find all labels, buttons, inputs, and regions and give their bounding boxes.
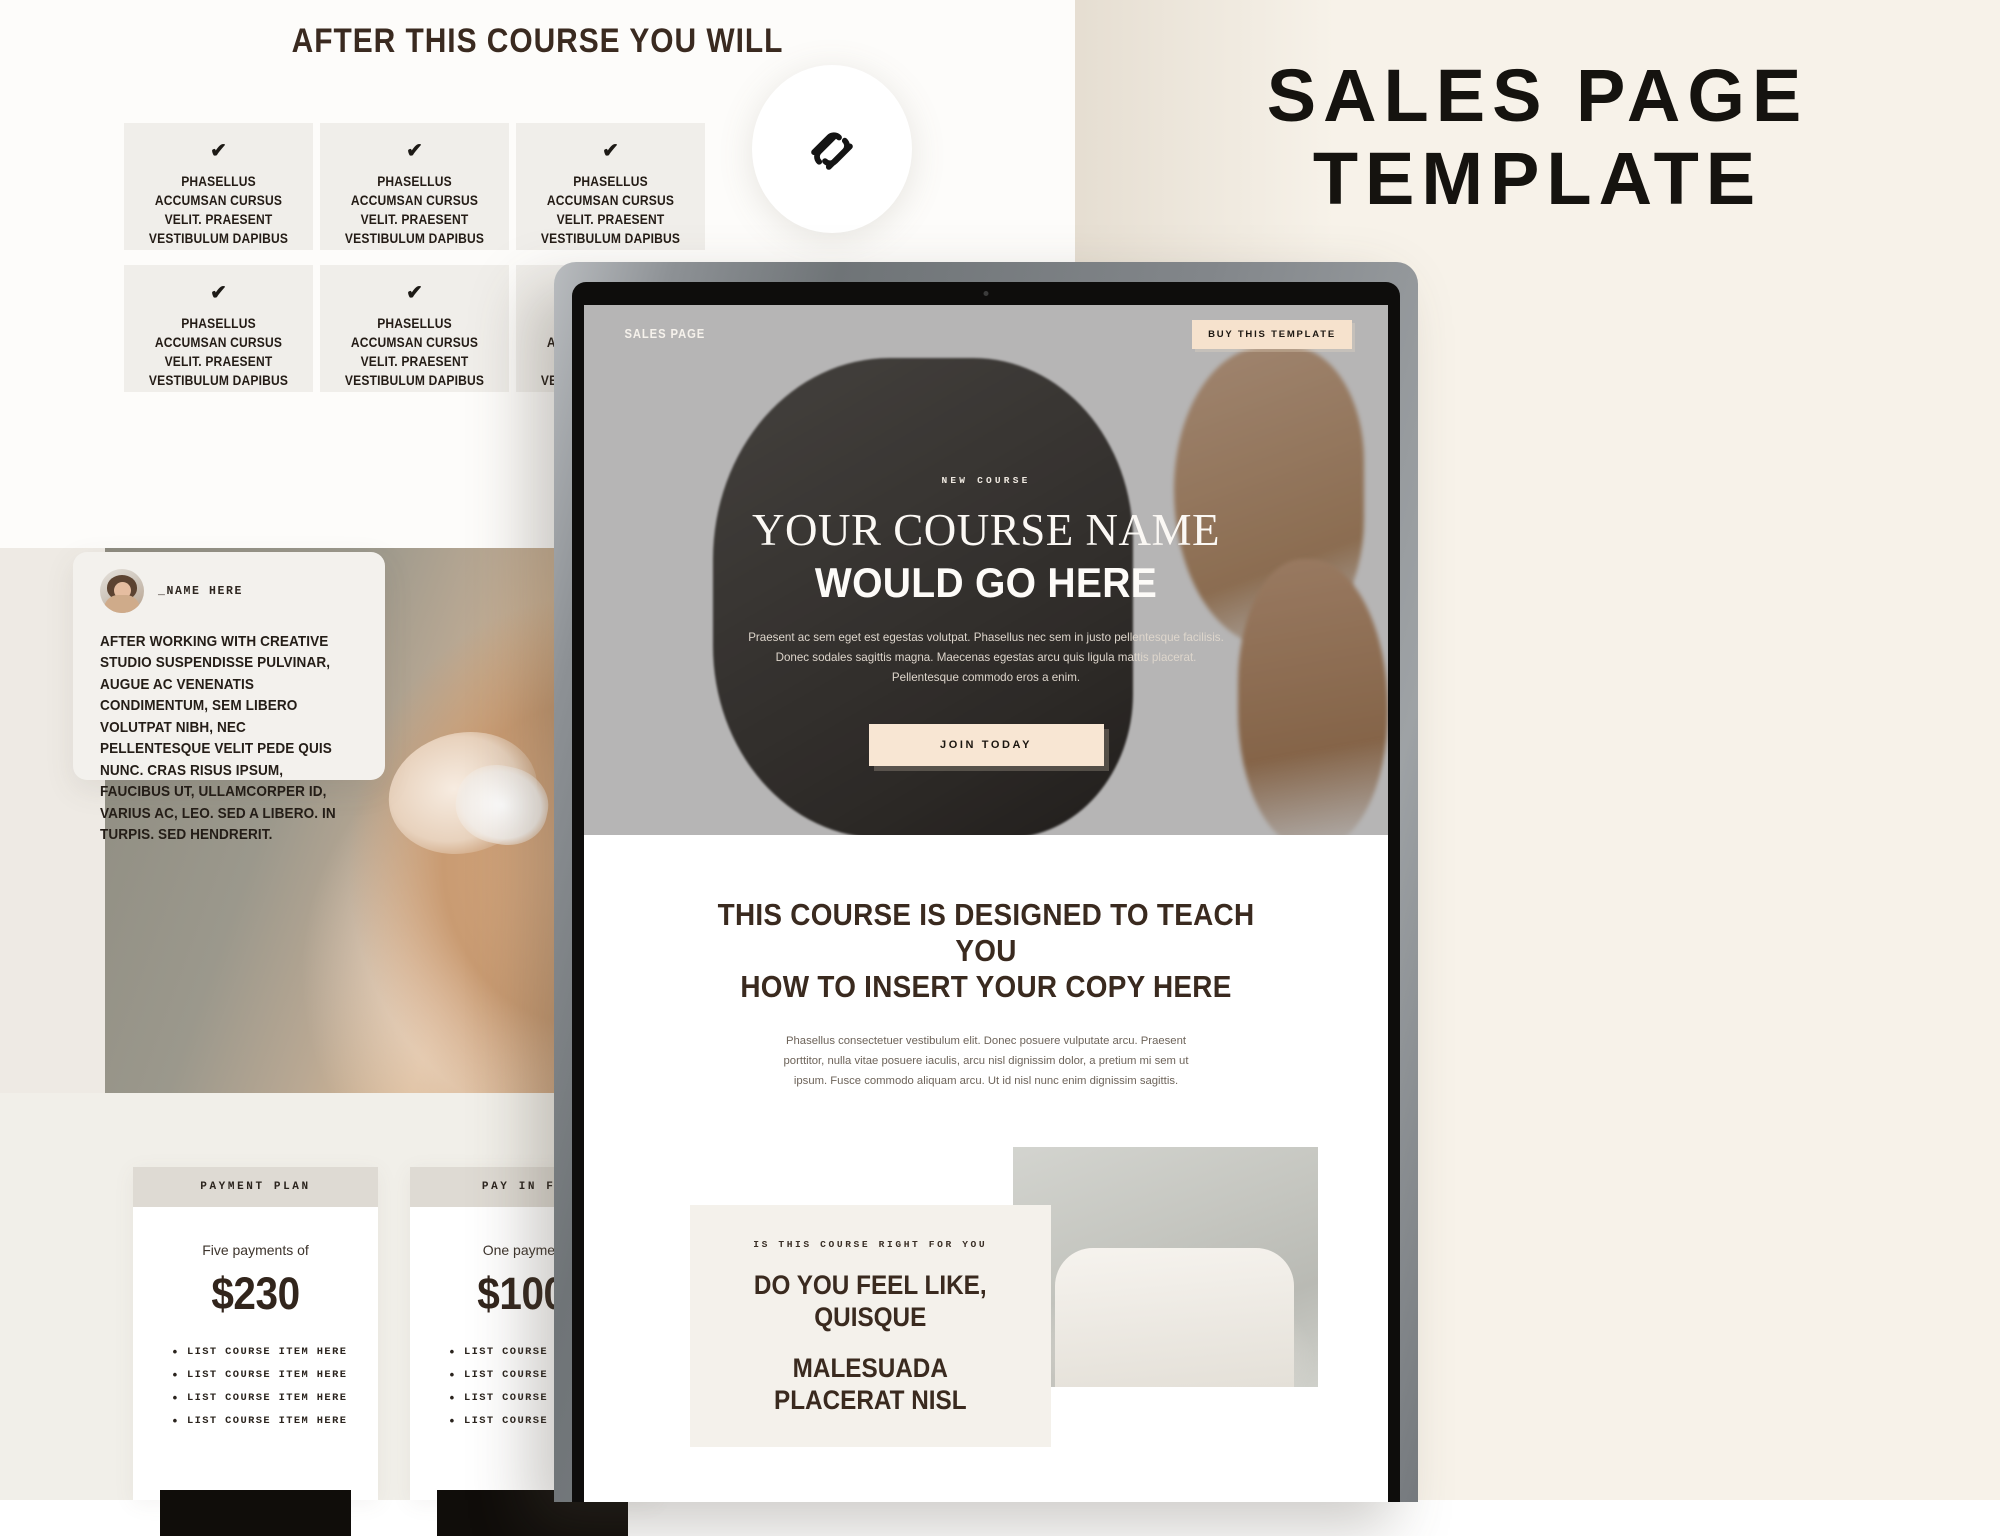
pricing-card-cta-bar[interactable] <box>160 1490 351 1536</box>
hero-section: SALES PAGE BUY THIS TEMPLATE NEW COURSE … <box>584 305 1388 835</box>
benefit-text: PHASELLUS ACCUMSAN CURSUS VELIT. PRAESEN… <box>540 174 681 247</box>
check-icon: ✔ <box>210 282 227 304</box>
check-icon: ✔ <box>406 282 423 304</box>
laptop-screen: SALES PAGE BUY THIS TEMPLATE NEW COURSE … <box>572 282 1400 1502</box>
buy-this-template-button[interactable]: BUY THIS TEMPLATE <box>1192 319 1352 349</box>
squarespace-badge <box>752 65 912 233</box>
benefit-text: PHASELLUS ACCUMSAN CURSUS VELIT. PRAESEN… <box>344 316 485 389</box>
lower-split-photo <box>1012 1147 1318 1388</box>
intro-section: THIS COURSE IS DESIGNED TO TEACH YOU HOW… <box>584 835 1388 1448</box>
site-navbar: SALES PAGE BUY THIS TEMPLATE <box>584 305 1388 363</box>
testimonial-card: _NAME HERE AFTER WORKING WITH CREATIVE S… <box>73 552 385 843</box>
website-preview: SALES PAGE BUY THIS TEMPLATE NEW COURSE … <box>584 305 1388 1502</box>
benefit-card: ✔ PHASELLUS ACCUMSAN CURSUS VELIT. PRAES… <box>124 265 313 392</box>
benefit-card: ✔ PHASELLUS ACCUMSAN CURSUS VELIT. PRAES… <box>124 123 313 250</box>
promo-title: SALES PAGE TEMPLATE <box>1075 54 2000 220</box>
lower-eyebrow: IS THIS COURSE RIGHT FOR YOU <box>753 1239 988 1251</box>
promo-title-line2: TEMPLATE <box>1312 136 1763 220</box>
hero-title-serif: YOUR COURSE NAME <box>751 505 1221 555</box>
webcam-icon <box>983 291 989 296</box>
check-icon: ✔ <box>210 140 227 162</box>
intro-heading-line1: THIS COURSE IS DESIGNED TO TEACH YOU <box>717 897 1255 968</box>
benefit-card: ✔ PHASELLUS ACCUMSAN CURSUS VELIT. PRAES… <box>320 123 509 250</box>
hero-paragraph: Praesent ac sem eget est egestas volutpa… <box>748 631 1224 684</box>
intro-heading-line2: HOW TO INSERT YOUR COPY HERE <box>740 968 1232 1004</box>
testimonial-author: _NAME HERE <box>158 584 244 598</box>
promo-title-line1: SALES PAGE <box>1266 54 1809 137</box>
avatar <box>100 569 144 613</box>
laptop-body: SALES PAGE BUY THIS TEMPLATE NEW COURSE … <box>554 262 1418 1502</box>
benefit-card: ✔ PHASELLUS ACCUMSAN CURSUS VELIT. PRAES… <box>516 123 705 250</box>
list-item: LIST COURSE ITEM HERE <box>171 1414 378 1429</box>
pricing-card-subtitle: Five payments of <box>202 1242 309 1258</box>
list-item: LIST COURSE ITEM HERE <box>171 1391 378 1406</box>
pricing-card-price: $230 <box>211 1268 300 1319</box>
list-item: LIST COURSE ITEM HERE <box>171 1368 378 1383</box>
benefit-text: PHASELLUS ACCUMSAN CURSUS VELIT. PRAESEN… <box>148 316 289 389</box>
hero-title-condensed: WOULD GO HERE <box>814 559 1158 606</box>
check-icon: ✔ <box>406 140 423 162</box>
testimonial-header: _NAME HERE <box>100 569 363 613</box>
lower-split-section: IS THIS COURSE RIGHT FOR YOU DO YOU FEEL… <box>654 1147 1318 1448</box>
hero-eyebrow: NEW COURSE <box>941 475 1031 486</box>
lower-heading-line2: MALESUADA PLACERAT NISL <box>773 1353 967 1415</box>
check-icon: ✔ <box>602 140 619 162</box>
lower-split-left: IS THIS COURSE RIGHT FOR YOU DO YOU FEEL… <box>654 1147 1051 1448</box>
lower-heading-line1: DO YOU FEEL LIKE, QUISQUE <box>753 1270 987 1332</box>
avatar-body <box>104 595 140 613</box>
right-for-you-card: IS THIS COURSE RIGHT FOR YOU DO YOU FEEL… <box>690 1205 1051 1448</box>
hero-content: NEW COURSE YOUR COURSE NAME WOULD GO HER… <box>584 475 1388 766</box>
benefit-card: ✔ PHASELLUS ACCUMSAN CURSUS VELIT. PRAES… <box>320 265 509 392</box>
laptop-mockup: SALES PAGE BUY THIS TEMPLATE NEW COURSE … <box>554 262 1418 1502</box>
testimonial-quote: AFTER WORKING WITH CREATIVE STUDIO SUSPE… <box>100 634 336 843</box>
pricing-card-header: PAYMENT PLAN <box>133 1167 378 1207</box>
site-logo[interactable]: SALES PAGE <box>624 327 705 341</box>
pricing-card-features: LIST COURSE ITEM HERE LIST COURSE ITEM H… <box>171 1345 378 1429</box>
join-today-button[interactable]: JOIN TODAY <box>868 723 1104 766</box>
page-title: AFTER THIS COURSE YOU WILL <box>291 22 784 60</box>
photo-pillow-detail <box>1055 1247 1294 1388</box>
list-item: LIST COURSE ITEM HERE <box>171 1345 378 1360</box>
benefit-text: PHASELLUS ACCUMSAN CURSUS VELIT. PRAESEN… <box>344 174 485 247</box>
squarespace-logo-icon <box>811 132 853 170</box>
intro-paragraph: Phasellus consectetuer vestibulum elit. … <box>783 1034 1189 1088</box>
benefit-text: PHASELLUS ACCUMSAN CURSUS VELIT. PRAESEN… <box>148 174 289 247</box>
pricing-card-payment-plan: PAYMENT PLAN Five payments of $230 LIST … <box>133 1167 378 1536</box>
